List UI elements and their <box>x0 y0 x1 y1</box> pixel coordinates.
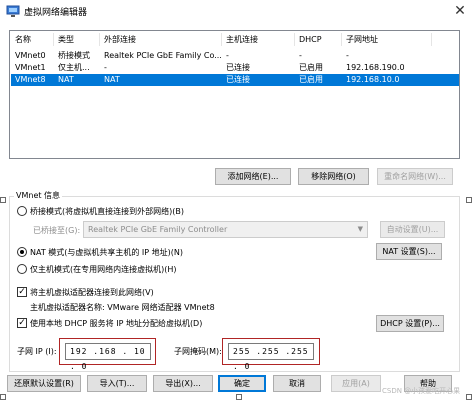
resize-handle-bottom-right[interactable] <box>466 394 472 400</box>
close-button[interactable]: ✕ <box>446 0 474 22</box>
bridge-to-label: 已桥接至(G): <box>33 226 81 235</box>
connect-adapter-label: 将主机虚拟适配器连接到此网络(V) <box>30 288 154 297</box>
bridge-mode-radio[interactable] <box>17 206 27 216</box>
cell-subnet: - <box>346 51 349 60</box>
cancel-button[interactable]: 取消 <box>273 375 321 392</box>
dhcp-settings-button[interactable]: DHCP 设置(P)... <box>376 315 444 332</box>
cell-host: 已连接 <box>226 75 250 84</box>
column-header-dhcp[interactable]: DHCP <box>295 33 342 46</box>
table-row-selected[interactable]: VMnet8 NAT NAT 已连接 已启用 192.168.10.0 <box>11 74 459 86</box>
cell-dhcp: 已启用 <box>299 63 323 72</box>
export-button[interactable]: 导出(X)... <box>153 375 213 392</box>
host-only-radio[interactable] <box>17 264 27 274</box>
host-only-label: 仅主机模式(在专用网络内连接虚拟机)(H) <box>30 265 177 274</box>
cell-name: VMnet1 <box>15 63 46 72</box>
network-list[interactable]: 名称 类型 外部连接 主机连接 DHCP 子网地址 VMnet0 桥接模式 Re… <box>9 30 460 159</box>
auto-settings-button[interactable]: 自动设置(U)... <box>380 221 445 238</box>
vmnet-info-title: VMnet 信息 <box>14 190 63 201</box>
bridge-to-value: Realtek PCIe GbE Family Controller <box>88 225 228 234</box>
cell-host: - <box>226 51 229 60</box>
nat-settings-button[interactable]: NAT 设置(S)... <box>376 243 442 260</box>
rename-network-button[interactable]: 重命名网络(W)... <box>377 168 453 185</box>
title-bar: 虚拟网络编辑器 ✕ <box>0 0 474 22</box>
dhcp-checkbox[interactable]: ✓ <box>17 318 27 328</box>
nat-mode-label: NAT 模式(与虚拟机共享主机的 IP 地址)(N) <box>30 248 184 257</box>
table-row[interactable]: VMnet1 仅主机... - 已连接 已启用 192.168.190.0 <box>11 62 459 74</box>
subnet-mask-input[interactable]: 255 .255 .255 . 0 <box>228 343 314 371</box>
subnet-mask-label: 子网掩码(M): <box>174 347 222 356</box>
cell-host: 已连接 <box>226 63 250 72</box>
adapter-name-label: 主机虚拟适配器名称: VMware 网络适配器 VMnet8 <box>30 303 215 312</box>
nat-mode-radio[interactable] <box>17 247 27 257</box>
cell-type: NAT <box>58 75 74 84</box>
cell-subnet: 192.168.190.0 <box>346 63 405 72</box>
resize-handle-right[interactable] <box>466 197 472 203</box>
resize-handle-left[interactable] <box>0 197 6 203</box>
cell-dhcp: - <box>299 51 302 60</box>
network-editor-icon <box>6 5 20 17</box>
ok-button[interactable]: 确定 <box>218 375 266 392</box>
column-header-subnet[interactable]: 子网地址 <box>342 33 432 46</box>
column-header-external[interactable]: 外部连接 <box>100 33 222 46</box>
cell-type: 桥接模式 <box>58 51 90 60</box>
watermark: CSDN @小孩爱吃开心果 <box>382 387 461 395</box>
cell-type: 仅主机... <box>58 63 90 72</box>
chevron-down-icon: ▼ <box>357 225 363 233</box>
bridge-to-select[interactable]: Realtek PCIe GbE Family Controller ▼ <box>83 221 368 238</box>
resize-handle-bottom[interactable] <box>236 394 242 400</box>
bridge-mode-label: 桥接模式(将虚拟机直接连接到外部网络)(B) <box>30 207 184 216</box>
remove-network-button[interactable]: 移除网络(O) <box>298 168 369 185</box>
cell-external: - <box>104 63 107 72</box>
column-header-name[interactable]: 名称 <box>11 33 54 46</box>
add-network-button[interactable]: 添加网络(E)... <box>215 168 291 185</box>
import-button[interactable]: 导入(T)... <box>87 375 147 392</box>
table-row[interactable]: VMnet0 桥接模式 Realtek PCIe GbE Family Co..… <box>11 50 459 62</box>
cell-name: VMnet0 <box>15 51 46 60</box>
cell-external: Realtek PCIe GbE Family Co... <box>104 51 222 60</box>
cell-external: NAT <box>104 75 120 84</box>
subnet-ip-input[interactable]: 192 .168 . 10 . 0 <box>65 343 151 371</box>
cell-dhcp: 已启用 <box>299 75 323 84</box>
window-title: 虚拟网络编辑器 <box>24 8 88 18</box>
column-header-type[interactable]: 类型 <box>54 33 100 46</box>
cell-name: VMnet8 <box>15 75 46 84</box>
resize-handle-bottom-left[interactable] <box>0 394 6 400</box>
dhcp-label: 使用本地 DHCP 服务将 IP 地址分配给虚拟机(D) <box>30 319 203 328</box>
apply-button[interactable]: 应用(A) <box>331 375 381 392</box>
connect-adapter-checkbox[interactable]: ✓ <box>17 287 27 297</box>
subnet-ip-label: 子网 IP (I): <box>17 347 57 356</box>
cell-subnet: 192.168.10.0 <box>346 75 400 84</box>
column-header-host[interactable]: 主机连接 <box>222 33 295 46</box>
restore-defaults-button[interactable]: 还原默认设置(R) <box>7 375 81 392</box>
